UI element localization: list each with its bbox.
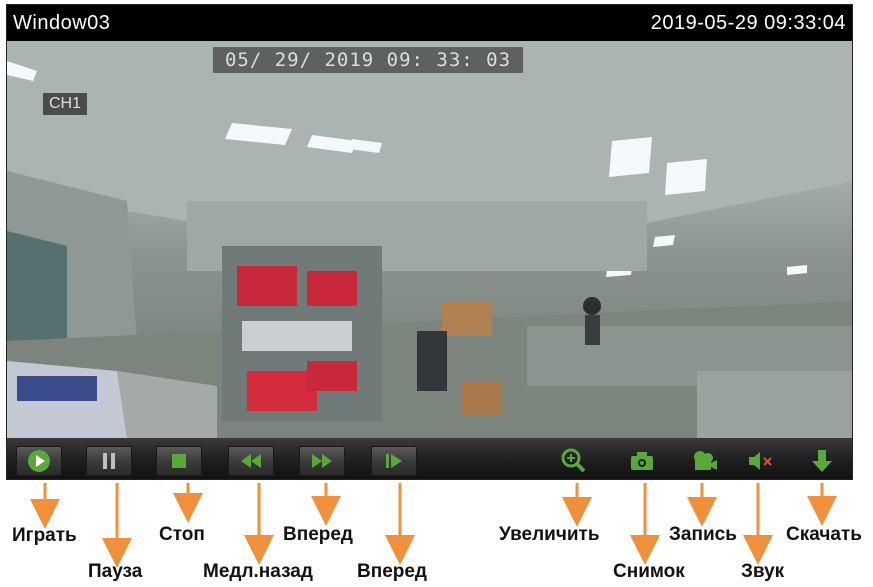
label-snapshot: Снимок [613, 561, 685, 582]
label-step-forward: Вперед [357, 561, 427, 582]
label-sound: Звук [741, 561, 785, 582]
label-slow-back: Медл.назад [203, 561, 313, 582]
annotation-arrows [30, 483, 837, 568]
label-download: Скачать [786, 524, 862, 545]
label-play: Играть [12, 525, 77, 546]
label-zoom: Увеличить [499, 524, 600, 545]
label-pause: Пауза [88, 561, 143, 582]
label-stop: Стоп [159, 524, 205, 545]
label-record: Запись [669, 524, 737, 545]
label-fast-forward: Вперед [283, 524, 353, 545]
